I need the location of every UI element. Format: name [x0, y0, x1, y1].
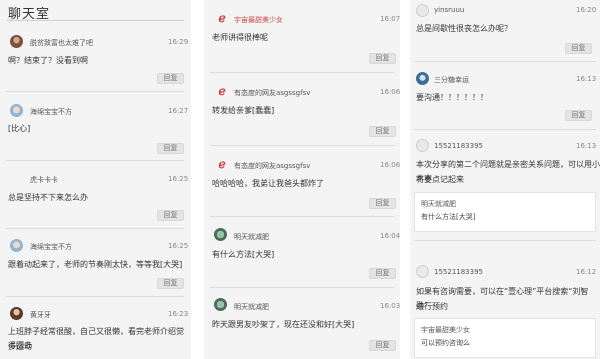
post-author[interactable]: 有态度的网友asgssgfsv — [234, 161, 310, 171]
post-author[interactable]: 宇宙最甜美少女 — [234, 15, 283, 25]
post-message: 跟着动起来了，老师的节奏刚太快，等等我[大哭] — [8, 260, 183, 269]
post-message: [比心] — [8, 124, 31, 133]
reply-button[interactable]: 回复 — [565, 110, 592, 121]
post-divider — [210, 72, 394, 73]
post-message: 要沟通！！！！！！ — [416, 93, 488, 102]
avatar[interactable] — [416, 72, 429, 85]
brand-e-icon: ℯ — [218, 84, 226, 98]
post-time: 16:03 — [380, 302, 400, 310]
post-divider — [6, 160, 184, 161]
reply-button[interactable]: 回复 — [369, 268, 396, 279]
post-divider — [6, 91, 184, 92]
avatar[interactable] — [10, 104, 23, 117]
post-author[interactable]: 黄牙牙 — [30, 310, 51, 320]
avatar[interactable] — [416, 265, 429, 278]
avatar[interactable] — [10, 35, 23, 48]
post-time: 16:25 — [168, 175, 189, 183]
post-divider — [210, 216, 394, 217]
post-time: 16:20 — [576, 6, 597, 14]
post-author[interactable]: 三分糖幸运 — [434, 75, 469, 85]
post-author[interactable]: 15521183395 — [434, 142, 483, 150]
post-author[interactable]: yinsruuu — [434, 6, 464, 14]
post-message-line: 上班脖子经常很酸，自己又很懒，看完老师介绍觉得回去 — [8, 327, 184, 350]
reply-button[interactable]: 回复 — [369, 126, 396, 137]
quoted-message: 宇宙最甜美少女 可以预约咨询么 — [414, 318, 596, 358]
avatar[interactable] — [214, 228, 227, 241]
avatar[interactable] — [10, 239, 23, 252]
avatar[interactable] — [214, 298, 227, 311]
post-divider — [414, 61, 596, 62]
post-divider — [414, 240, 596, 241]
chat-column-1: 聊天室 脱贫致富也太难了吧 16:29 啊？结束了？没看到啊 回复 海绵宝宝不方… — [0, 0, 191, 359]
quoted-author: 明天就减肥 — [421, 200, 456, 208]
reply-button[interactable]: 回复 — [369, 198, 396, 209]
post-time: 16:06 — [380, 88, 400, 96]
post-message: 总是坚持不下来怎么办 — [8, 193, 88, 202]
post-time: 16:27 — [168, 107, 189, 115]
title-divider — [6, 20, 184, 21]
post-author[interactable]: 脱贫致富也太难了吧 — [30, 38, 93, 48]
post-time: 16:29 — [168, 38, 189, 46]
post-message-line: 进行预约 — [416, 302, 448, 311]
post-time: 16:25 — [168, 242, 189, 250]
reply-button[interactable]: 回复 — [157, 278, 184, 289]
post-message: 有什么方法[大哭] — [212, 250, 275, 259]
quoted-text: 有什么方法[大哭] — [421, 213, 476, 221]
chat-column-3: yinsruuu 16:20 总是间歇性很丧怎么办呢？ 回复 三分糖幸运 16:… — [410, 0, 600, 359]
reply-button[interactable]: 回复 — [565, 43, 592, 54]
post-author[interactable]: 海绵宝宝不方 — [30, 107, 72, 117]
post-time: 16:13 — [576, 75, 597, 83]
post-message-line: 多运动 — [8, 342, 32, 351]
avatar[interactable] — [416, 4, 429, 17]
brand-e-icon: ℯ — [218, 11, 226, 25]
post-time: 16:04 — [380, 232, 400, 240]
post-message: 哈哈哈哈，我弟让我爸头都炸了 — [212, 179, 324, 188]
post-author[interactable]: 15521183395 — [434, 268, 483, 276]
chat-column-2: ℯ 宇宙最甜美少女 16:07 老师讲得很棒呢 回复 ℯ 有态度的网友asgss… — [204, 0, 400, 359]
post-time: 16:12 — [576, 268, 597, 276]
post-time: 16:06 — [380, 161, 400, 169]
quoted-text: 可以预约咨询么 — [421, 339, 470, 347]
quoted-author: 宇宙最甜美少女 — [421, 326, 470, 334]
reply-button[interactable]: 回复 — [157, 143, 184, 154]
post-divider — [6, 296, 184, 297]
post-author[interactable]: 海绵宝宝不方 — [30, 242, 72, 252]
post-time: 16:23 — [168, 310, 189, 318]
reply-button[interactable]: 回复 — [369, 340, 396, 351]
post-message: 转发给亲爹[蠢蠢] — [212, 106, 275, 115]
reply-button[interactable]: 回复 — [157, 210, 184, 221]
post-divider — [414, 129, 596, 130]
reply-button[interactable]: 回复 — [157, 73, 184, 84]
post-message: 啊？结束了？没看到啊 — [8, 56, 88, 65]
post-author[interactable]: 明天就减肥 — [234, 302, 269, 312]
post-message-line: 将要点记起来 — [416, 175, 464, 184]
post-divider — [210, 287, 394, 288]
post-message: 老师讲得很棒呢 — [212, 33, 268, 42]
avatar[interactable] — [10, 307, 23, 320]
post-author[interactable]: 明天就减肥 — [234, 232, 269, 242]
avatar[interactable] — [416, 139, 429, 152]
post-author[interactable]: 有态度的网友asgssgfsv — [234, 88, 310, 98]
post-message: 昨天跟男友吵架了，现在还没和好[大哭] — [212, 320, 355, 329]
post-divider — [6, 228, 184, 229]
post-time: 16:07 — [380, 15, 400, 23]
quoted-message: 明天就减肥 有什么方法[大哭] — [414, 192, 596, 232]
avatar[interactable] — [10, 172, 23, 185]
post-time: 16:13 — [576, 142, 597, 150]
post-message: 总是间歇性很丧怎么办呢？ — [416, 24, 512, 33]
reply-button[interactable]: 回复 — [369, 53, 396, 64]
post-divider — [210, 145, 394, 146]
brand-e-icon: ℯ — [218, 157, 226, 171]
post-author[interactable]: 虎卡卡卡 — [30, 175, 58, 185]
